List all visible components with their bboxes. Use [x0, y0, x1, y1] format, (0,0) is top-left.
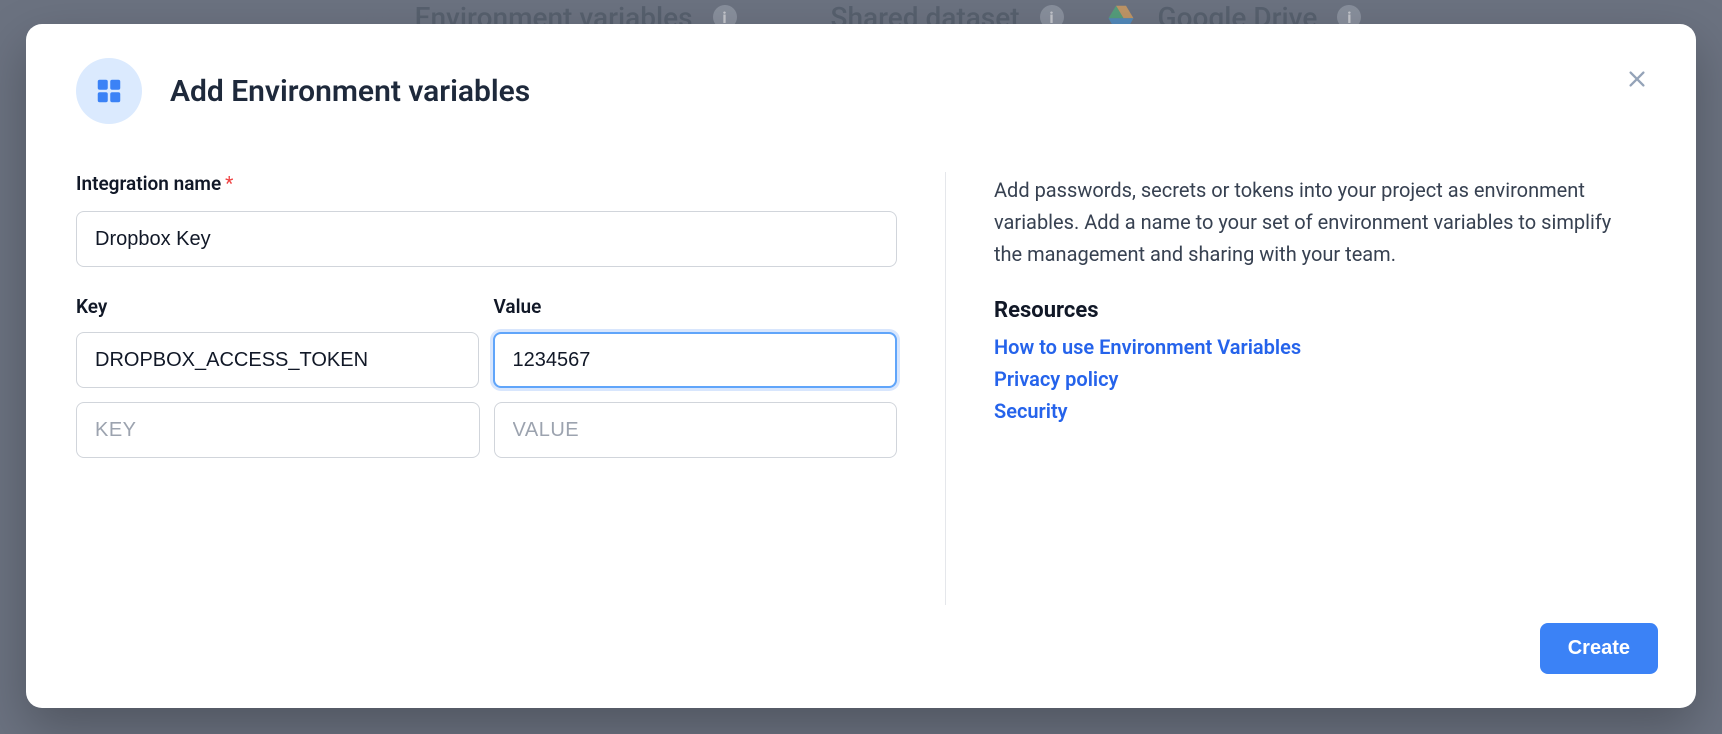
key-input[interactable]: [76, 332, 479, 388]
modal-body: Integration name* Key Value Add password…: [26, 124, 1696, 605]
info-description: Add passwords, secrets or tokens into yo…: [994, 174, 1636, 270]
modal-icon: [76, 58, 142, 124]
key-column-label: Key: [76, 295, 480, 318]
label-text: Integration name: [76, 172, 221, 195]
value-input[interactable]: [493, 332, 898, 388]
modal-title: Add Environment variables: [170, 74, 530, 109]
resources-heading: Resources: [994, 298, 1636, 323]
resource-link-howto[interactable]: How to use Environment Variables: [994, 335, 1636, 359]
close-button[interactable]: [1622, 64, 1652, 94]
kv-row: [76, 402, 897, 458]
resource-link-privacy[interactable]: Privacy policy: [994, 367, 1636, 391]
required-asterisk: *: [225, 172, 233, 195]
add-env-vars-modal: Add Environment variables Integration na…: [26, 24, 1696, 708]
resource-link-security[interactable]: Security: [994, 399, 1636, 423]
key-input-empty[interactable]: [76, 402, 480, 458]
modal-footer: Create: [26, 605, 1696, 708]
integration-name-label: Integration name*: [76, 172, 897, 195]
form-column: Integration name* Key Value: [76, 172, 946, 605]
create-button[interactable]: Create: [1540, 623, 1658, 674]
value-input-empty[interactable]: [494, 402, 898, 458]
modal-header: Add Environment variables: [26, 24, 1696, 124]
kv-row: [76, 332, 897, 388]
info-column: Add passwords, secrets or tokens into yo…: [994, 172, 1646, 605]
integration-name-input[interactable]: [76, 211, 897, 267]
value-column-label: Value: [494, 295, 898, 318]
